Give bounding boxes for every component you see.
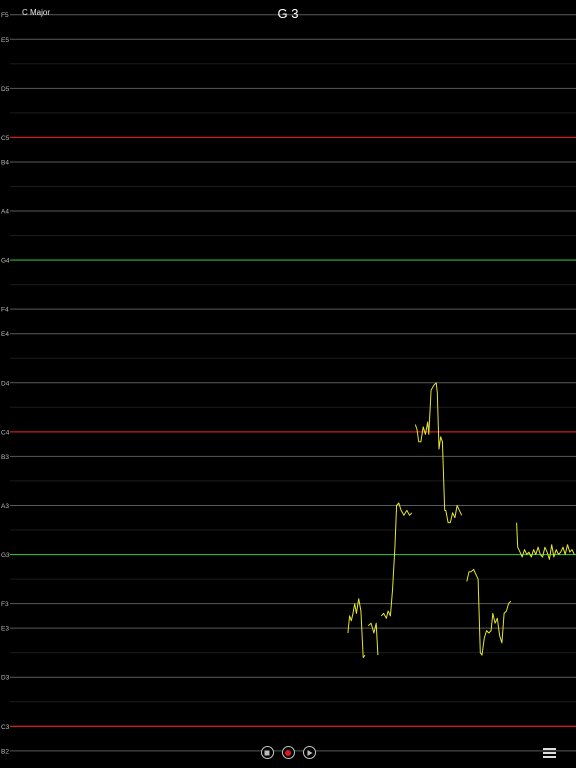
hamburger-menu-icon-bar-middle [543,752,556,754]
menu-button[interactable] [543,748,556,759]
note-label-c5: C5 [1,135,10,142]
pitch-chart: F5E5D5C5B4A4G4F4E4D4C4B3A3G3F3E3D3C3B2 [1,12,576,755]
pitch-trace-segment-3 [380,502,413,619]
stop-button[interactable] [260,746,274,759]
note-label-e5: E5 [1,37,9,44]
pitch-trace-segment-6 [516,522,575,560]
record-button[interactable] [281,746,295,759]
play-icon [307,749,313,756]
key-signature-label[interactable]: C Major [22,8,50,17]
note-label-d3: D3 [1,675,10,682]
note-label-f5: F5 [1,12,9,19]
stop-icon [264,750,270,755]
note-label-f3: F3 [1,601,9,608]
note-label-g4: G4 [1,258,10,265]
note-label-b4: B4 [1,159,9,166]
current-note-display: G 3 [277,6,299,21]
hamburger-menu-icon-bar-bottom [543,756,556,758]
note-label-d4: D4 [1,380,10,387]
playback-controls [0,746,576,762]
note-grid [10,14,576,752]
note-label-a4: A4 [1,209,9,216]
note-label-e4: E4 [1,331,9,338]
note-label-e3: E3 [1,626,9,633]
record-icon [285,749,291,756]
pitch-trace [347,382,575,659]
pitch-trace-segment-4 [414,382,463,524]
note-label-g3: G3 [1,552,10,559]
note-label-c3: C3 [1,724,10,731]
note-label-d5: D5 [1,86,10,93]
play-button[interactable] [302,746,316,759]
note-labels: F5E5D5C5B4A4G4F4E4D4C4B3A3G3F3E3D3C3B2 [1,12,10,755]
note-label-a3: A3 [1,503,9,510]
note-label-c4: C4 [1,429,10,436]
note-label-f4: F4 [1,307,9,314]
pitch-tuner-screen: F5 E5 D5 C5 B4 A4 G4 F4 E4 D4 C4 B3 A3 G3 F3 E3 D3 C3 B2 C… [0,0,576,768]
note-label-b3: B3 [1,454,9,461]
pitch-trace-segment-5 [466,568,512,656]
hamburger-menu-icon-bar-top [543,748,556,750]
